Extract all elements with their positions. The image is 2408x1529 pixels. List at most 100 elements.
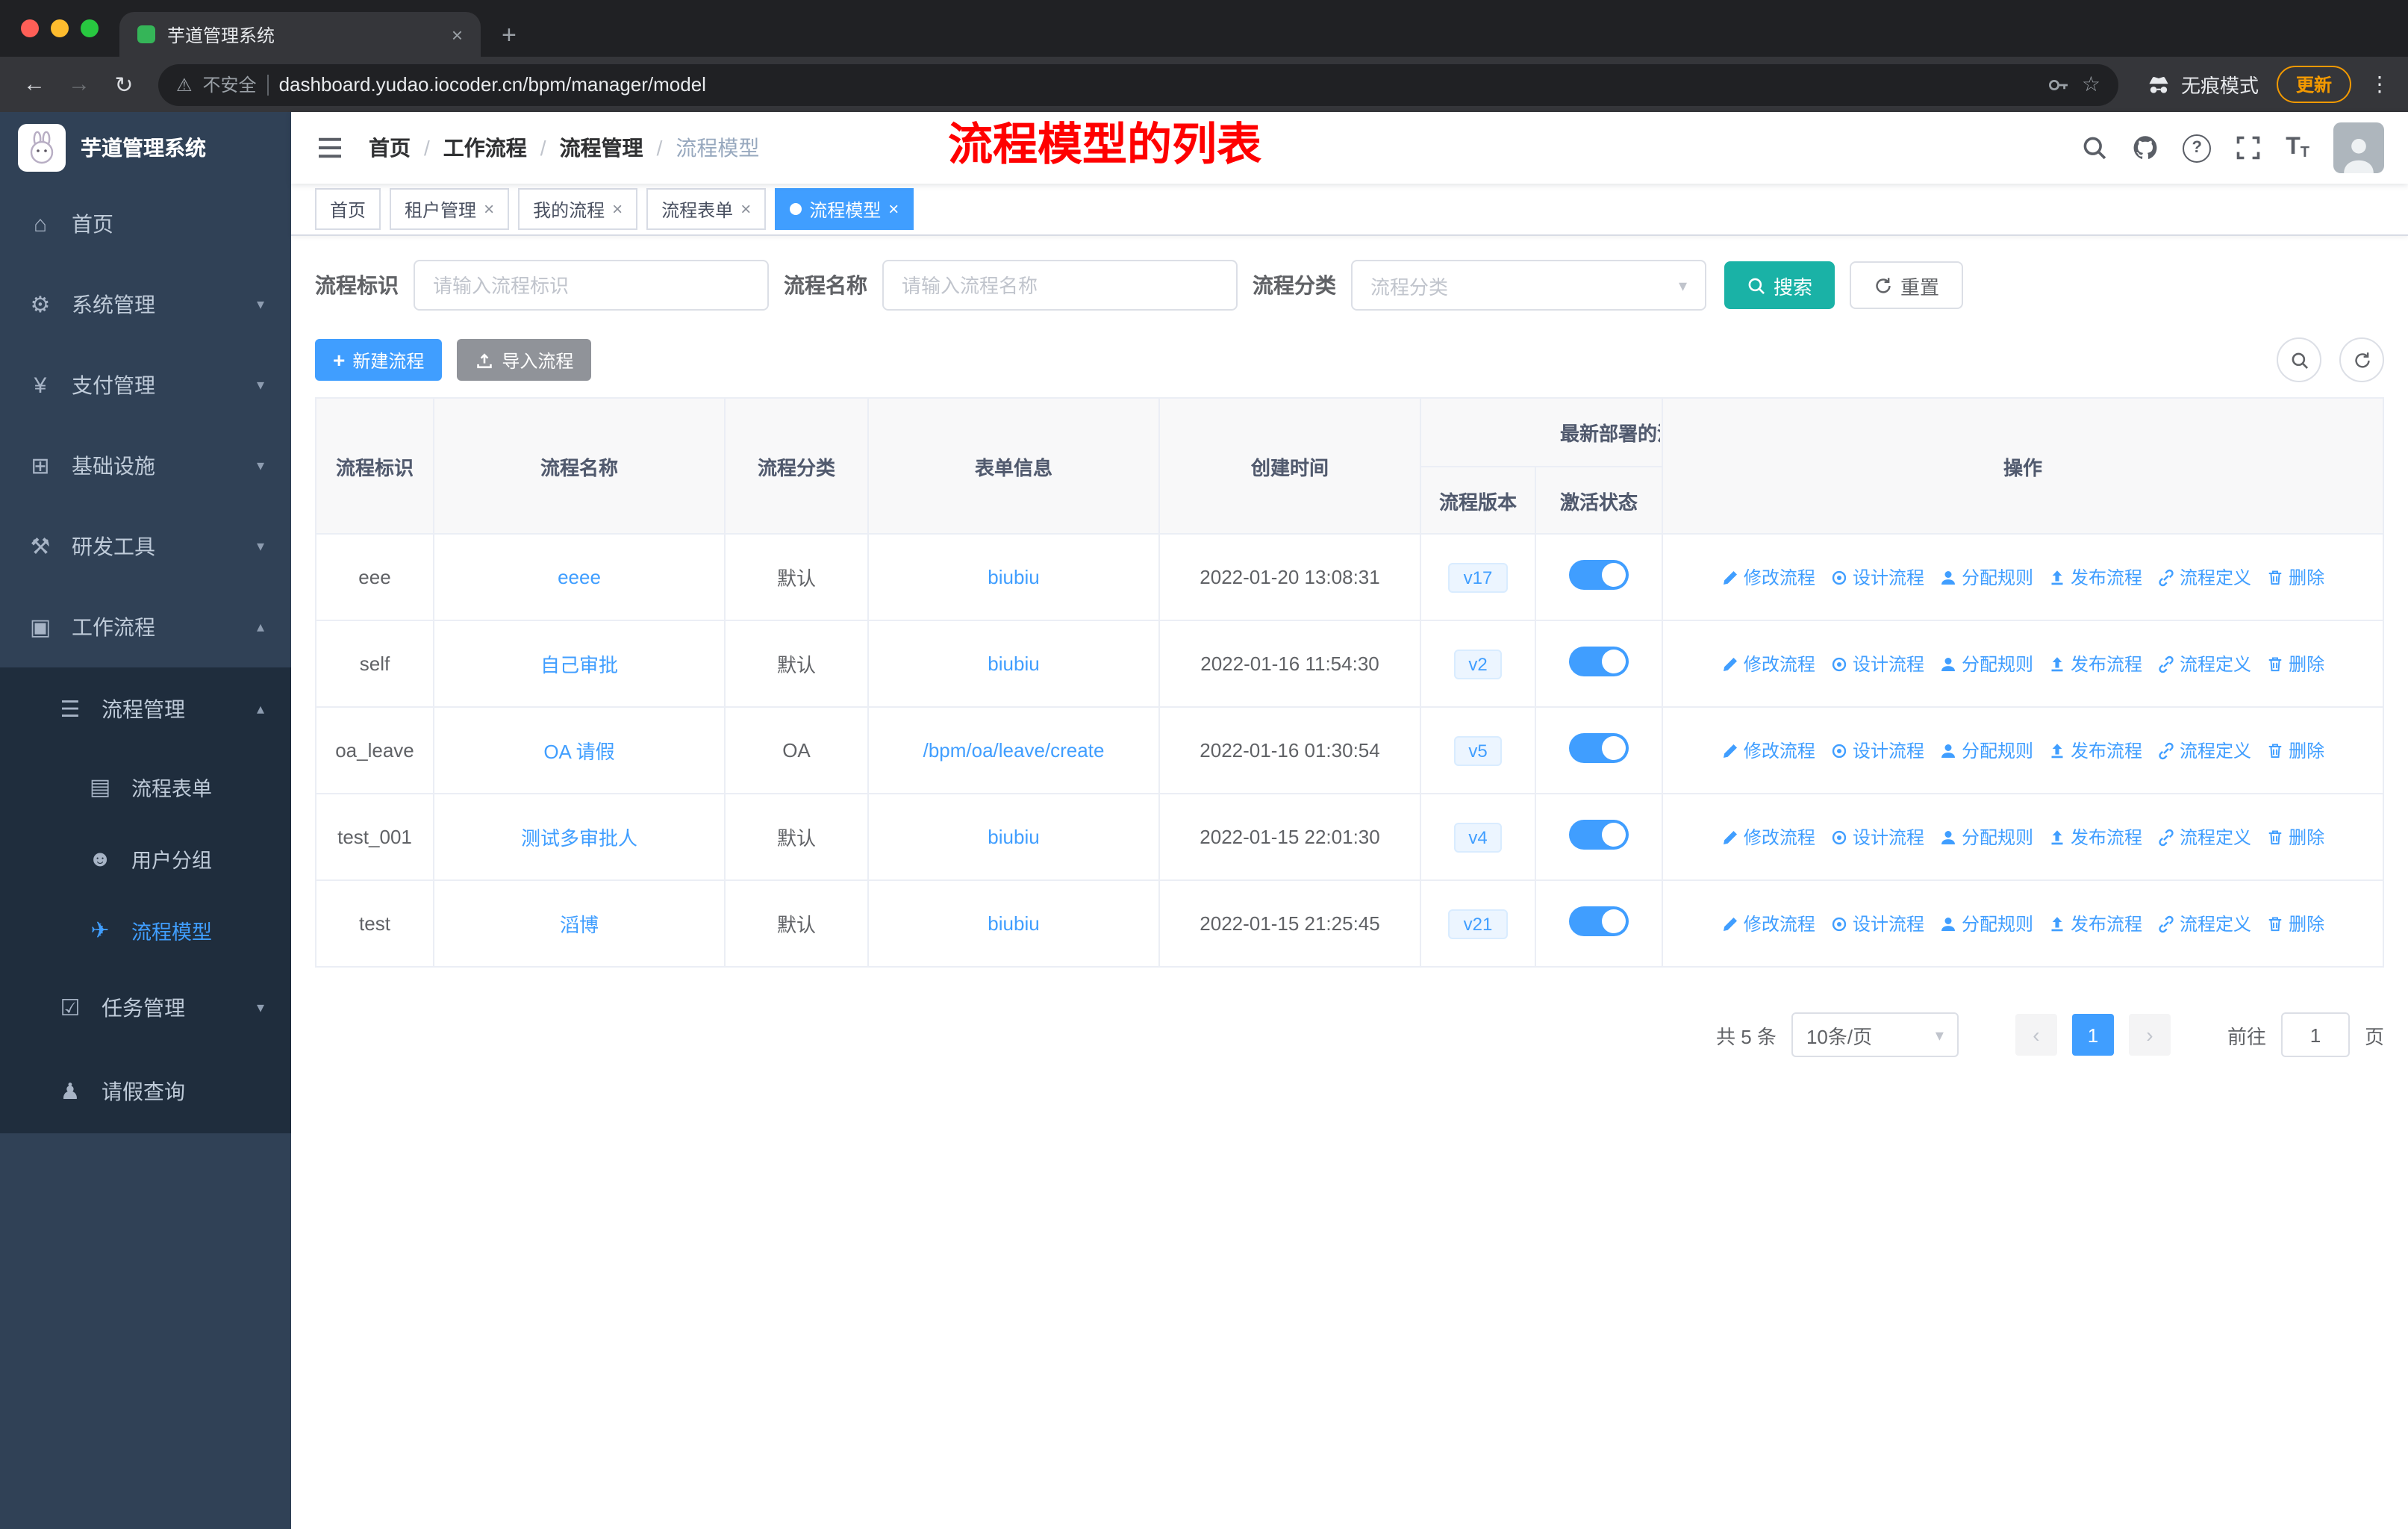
delete-process-link[interactable]: 删除 [2266, 738, 2324, 763]
zoom-window-button[interactable] [81, 19, 99, 37]
active-toggle[interactable] [1569, 733, 1629, 763]
tag-close-icon[interactable]: × [888, 199, 899, 219]
publish-process-link[interactable]: 发布流程 [2048, 651, 2142, 676]
sidebar-item-leave-query[interactable]: ♟ 请假查询 [0, 1050, 291, 1133]
create-process-button[interactable]: + 新建流程 [315, 339, 443, 381]
breadcrumb-item[interactable]: 流程管理 [560, 133, 643, 163]
tag-close-icon[interactable]: × [740, 199, 751, 219]
search-button[interactable]: 搜索 [1724, 261, 1835, 309]
github-icon[interactable] [2132, 134, 2159, 161]
process-definition-link[interactable]: 流程定义 [2157, 564, 2251, 590]
close-window-button[interactable] [21, 19, 39, 37]
delete-process-link[interactable]: 删除 [2266, 564, 2324, 590]
tag-close-icon[interactable]: × [612, 199, 623, 219]
minimize-window-button[interactable] [51, 19, 69, 37]
avatar[interactable] [2333, 122, 2384, 173]
search-icon[interactable] [2081, 134, 2108, 161]
process-definition-link[interactable]: 流程定义 [2157, 824, 2251, 850]
current-page-button[interactable]: 1 [2071, 1014, 2114, 1056]
model-name-link[interactable]: 测试多审批人 [521, 827, 637, 850]
active-toggle[interactable] [1569, 906, 1629, 936]
assign-rule-link[interactable]: 分配规则 [1939, 738, 2033, 763]
security-label[interactable]: 不安全 [203, 72, 257, 97]
tag-close-icon[interactable]: × [484, 199, 494, 219]
model-name-link[interactable]: 自己审批 [540, 654, 618, 676]
sidebar-item-devtools[interactable]: ⚒ 研发工具 ▾ [0, 506, 291, 587]
form-link[interactable]: biubiu [988, 826, 1039, 848]
bookmark-star-icon[interactable]: ☆ [2082, 72, 2100, 97]
breadcrumb-item[interactable]: 工作流程 [443, 133, 527, 163]
sidebar-item-system[interactable]: ⚙ 系统管理 ▾ [0, 264, 291, 345]
publish-process-link[interactable]: 发布流程 [2048, 824, 2142, 850]
sidebar-item-user-group[interactable]: ☻ 用户分组 [0, 823, 291, 894]
sidebar-item-infra[interactable]: ⊞ 基础设施 ▾ [0, 426, 291, 506]
address-bar[interactable]: ⚠ 不安全 dashboard.yudao.iocoder.cn/bpm/man… [158, 63, 2118, 105]
process-definition-link[interactable]: 流程定义 [2157, 651, 2251, 676]
publish-process-link[interactable]: 发布流程 [2048, 564, 2142, 590]
tab-close-icon[interactable]: × [452, 23, 463, 46]
edit-process-link[interactable]: 修改流程 [1721, 824, 1815, 850]
chrome-update-button[interactable]: 更新 [2276, 66, 2351, 103]
forward-button[interactable]: → [60, 72, 99, 97]
design-process-link[interactable]: 设计流程 [1830, 824, 1924, 850]
edit-process-link[interactable]: 修改流程 [1721, 564, 1815, 590]
tag-process-form[interactable]: 流程表单 × [646, 188, 767, 230]
breadcrumb-item[interactable]: 首页 [369, 133, 411, 163]
assign-rule-link[interactable]: 分配规则 [1939, 651, 2033, 676]
design-process-link[interactable]: 设计流程 [1830, 651, 1924, 676]
font-size-icon[interactable]: TT [2286, 134, 2309, 161]
publish-process-link[interactable]: 发布流程 [2048, 738, 2142, 763]
app-logo[interactable]: 芋道管理系统 [0, 112, 291, 184]
delete-process-link[interactable]: 删除 [2266, 824, 2324, 850]
edit-process-link[interactable]: 修改流程 [1721, 738, 1815, 763]
design-process-link[interactable]: 设计流程 [1830, 911, 1924, 936]
model-name-link[interactable]: OA 请假 [543, 741, 614, 763]
process-definition-link[interactable]: 流程定义 [2157, 738, 2251, 763]
tag-home[interactable]: 首页 [315, 188, 381, 230]
delete-process-link[interactable]: 删除 [2266, 651, 2324, 676]
help-icon[interactable]: ? [2183, 134, 2212, 162]
model-name-link[interactable]: eeee [558, 566, 601, 588]
sidebar-item-workflow[interactable]: ▣ 工作流程 ▴ [0, 587, 291, 667]
browser-tab[interactable]: 芋道管理系统 × [119, 12, 481, 57]
prev-page-button[interactable]: ‹ [2015, 1014, 2057, 1056]
sidebar-item-task-mgmt[interactable]: ☑ 任务管理 ▾ [0, 966, 291, 1050]
active-toggle[interactable] [1569, 820, 1629, 850]
process-id-input[interactable] [414, 260, 769, 311]
tag-process-model[interactable]: 流程模型 × [775, 188, 914, 230]
form-link[interactable]: /bpm/oa/leave/create [923, 739, 1105, 762]
active-toggle[interactable] [1569, 647, 1629, 676]
process-category-select[interactable]: 流程分类 ▾ [1351, 260, 1706, 311]
sidebar-item-process-form[interactable]: ▤ 流程表单 [0, 751, 291, 823]
sidebar-item-home[interactable]: ⌂ 首页 [0, 184, 291, 264]
sidebar-item-process-model[interactable]: ✈ 流程模型 [0, 894, 291, 966]
reset-button[interactable]: 重置 [1850, 261, 1964, 309]
form-link[interactable]: biubiu [988, 566, 1039, 588]
tag-tenant[interactable]: 租户管理 × [390, 188, 510, 230]
hamburger-icon[interactable] [315, 133, 345, 163]
process-definition-link[interactable]: 流程定义 [2157, 911, 2251, 936]
next-page-button[interactable]: › [2128, 1014, 2171, 1056]
assign-rule-link[interactable]: 分配规则 [1939, 824, 2033, 850]
browser-menu-icon[interactable]: ⋮ [2369, 72, 2390, 97]
assign-rule-link[interactable]: 分配规则 [1939, 564, 2033, 590]
new-tab-button[interactable]: + [502, 21, 517, 51]
process-name-input[interactable] [882, 260, 1238, 311]
form-link[interactable]: biubiu [988, 912, 1039, 935]
form-link[interactable]: biubiu [988, 653, 1039, 675]
assign-rule-link[interactable]: 分配规则 [1939, 911, 2033, 936]
delete-process-link[interactable]: 删除 [2266, 911, 2324, 936]
page-size-select[interactable]: 10条/页 ▾ [1791, 1012, 1959, 1057]
password-key-icon[interactable] [2047, 72, 2071, 96]
reload-button[interactable]: ↻ [105, 71, 143, 98]
model-name-link[interactable]: 滔博 [560, 914, 599, 936]
tag-my-process[interactable]: 我的流程 × [518, 188, 638, 230]
sidebar-item-process-mgmt[interactable]: ☰ 流程管理 ▴ [0, 667, 291, 751]
active-toggle[interactable] [1569, 560, 1629, 590]
edit-process-link[interactable]: 修改流程 [1721, 651, 1815, 676]
back-button[interactable]: ← [15, 72, 54, 97]
url-text[interactable]: dashboard.yudao.iocoder.cn/bpm/manager/m… [279, 73, 2037, 96]
import-process-button[interactable]: 导入流程 [457, 339, 592, 381]
refresh-table-button[interactable] [2339, 337, 2384, 382]
design-process-link[interactable]: 设计流程 [1830, 564, 1924, 590]
